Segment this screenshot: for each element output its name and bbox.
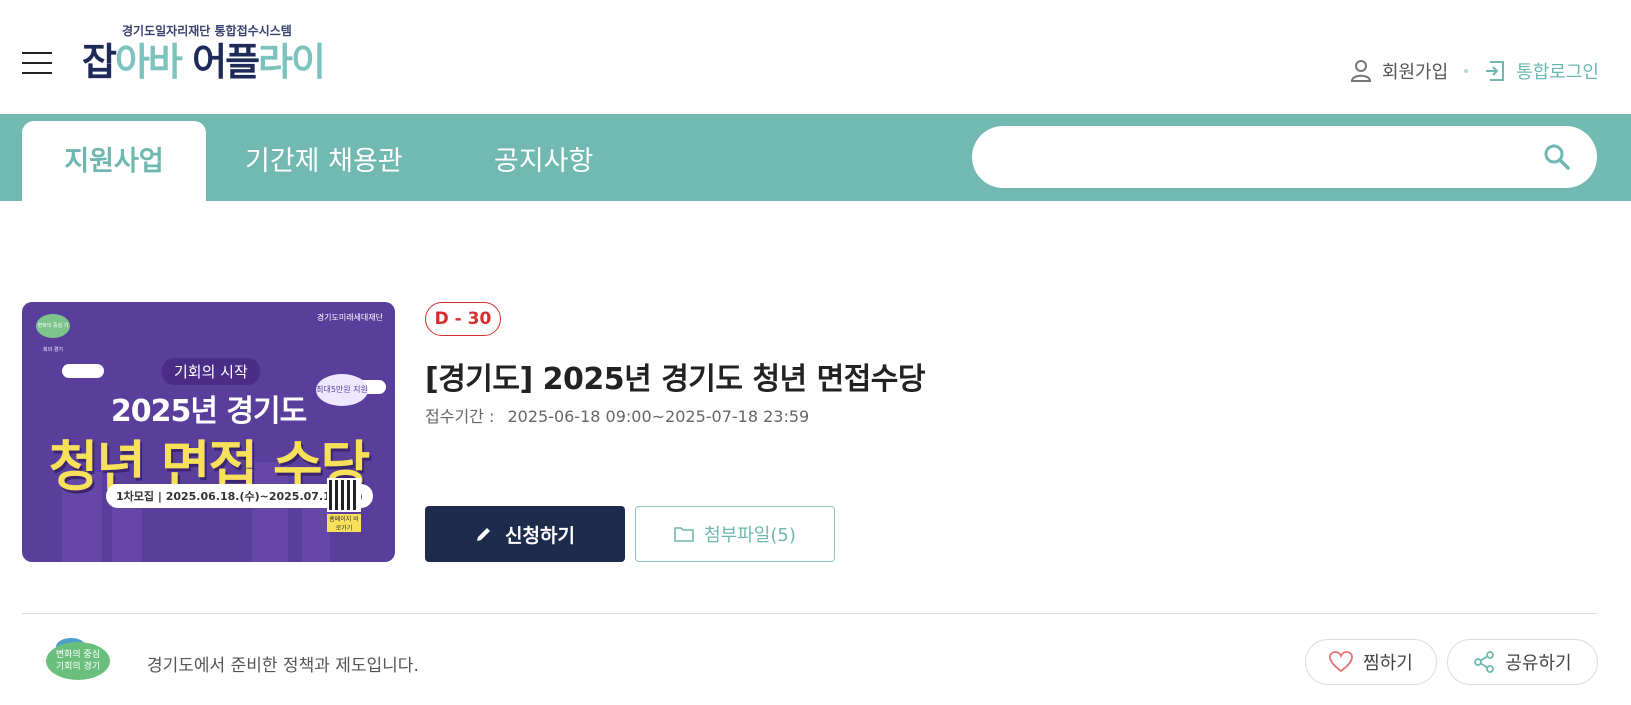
- search-icon[interactable]: [1543, 143, 1571, 171]
- thumbnail-pill: 기회의 시작: [162, 358, 260, 385]
- qr-label: 홈페이지 바로가기: [327, 514, 361, 532]
- bookmark-button[interactable]: 찜하기: [1305, 639, 1437, 685]
- main-navbar: 지원사업 기간제 채용관 공지사항: [0, 114, 1631, 201]
- program-thumbnail: 변화의 중심 기회의 경기 경기도미래세대재단 기회의 시작 최대5만원 지원 …: [22, 302, 395, 562]
- thumbnail-badge: 변화의 중심 기회의 경기: [36, 314, 70, 353]
- share-button[interactable]: 공유하기: [1447, 639, 1598, 685]
- top-links: 회원가입 통합로그인: [1350, 58, 1599, 84]
- logo-part-2: 아바: [114, 40, 183, 84]
- period-value: 2025-06-18 09:00~2025-07-18 23:59: [507, 407, 810, 426]
- attachments-label: 첨부파일(5): [704, 525, 796, 546]
- apply-button[interactable]: 신청하기: [425, 506, 625, 562]
- heart-icon: [1329, 651, 1354, 673]
- login-link[interactable]: 통합로그인: [1484, 58, 1599, 84]
- attachments-button[interactable]: 첨부파일(5): [635, 506, 835, 562]
- building-shape: [302, 502, 330, 562]
- search-input[interactable]: [996, 126, 1540, 190]
- application-period: 접수기간 : 2025-06-18 09:00~2025-07-18 23:59: [425, 403, 809, 427]
- thumbnail-org: 경기도미래세대재단: [316, 313, 383, 322]
- tab-support-programs[interactable]: 지원사업: [22, 121, 206, 201]
- logo-wordmark: 잡아바 어플라이: [82, 39, 382, 85]
- period-label: 접수기간 :: [425, 407, 495, 426]
- gyeonggi-logo: 변화의 중심 기회의 경기: [46, 638, 110, 680]
- logo-subtitle: 경기도일자리재단 통합접수시스템: [122, 24, 292, 38]
- program-title: [경기도] 2025년 경기도 청년 면접수당: [425, 362, 926, 397]
- footer-logo-text-1: 변화의 중심: [55, 650, 101, 660]
- tab-temporary-jobs[interactable]: 기간제 채용관: [245, 121, 403, 201]
- footer-logo-text-2: 기회의 경기: [55, 662, 101, 672]
- login-icon: [1486, 61, 1505, 81]
- cloud-shape: [62, 364, 104, 378]
- login-label: 통합로그인: [1516, 62, 1599, 83]
- logo-part-3: 어플: [180, 40, 260, 84]
- tab-notices[interactable]: 공지사항: [494, 121, 593, 201]
- pencil-icon: [477, 528, 491, 541]
- logo-part-4: 라이: [258, 40, 326, 84]
- share-label: 공유하기: [1505, 653, 1572, 674]
- menu-icon[interactable]: [22, 52, 52, 76]
- folder-icon: [674, 527, 694, 542]
- site-logo[interactable]: 경기도일자리재단 통합접수시스템 잡아바 어플라이: [82, 22, 382, 85]
- join-link[interactable]: 회원가입: [1350, 58, 1448, 84]
- dday-badge: D - 30: [425, 302, 501, 336]
- share-icon: [1474, 651, 1495, 673]
- separator-dot: [1464, 69, 1469, 73]
- program-description: 경기도에서 준비한 정책과 제도입니다.: [147, 656, 419, 676]
- logo-part-1: 잡: [82, 40, 117, 84]
- divider: [22, 613, 1597, 614]
- join-label: 회원가입: [1381, 62, 1449, 83]
- apply-label: 신청하기: [505, 524, 575, 547]
- user-icon: [1350, 60, 1371, 82]
- search-box: [972, 126, 1597, 190]
- qr-code-icon: [327, 478, 361, 512]
- bookmark-label: 찜하기: [1363, 653, 1413, 674]
